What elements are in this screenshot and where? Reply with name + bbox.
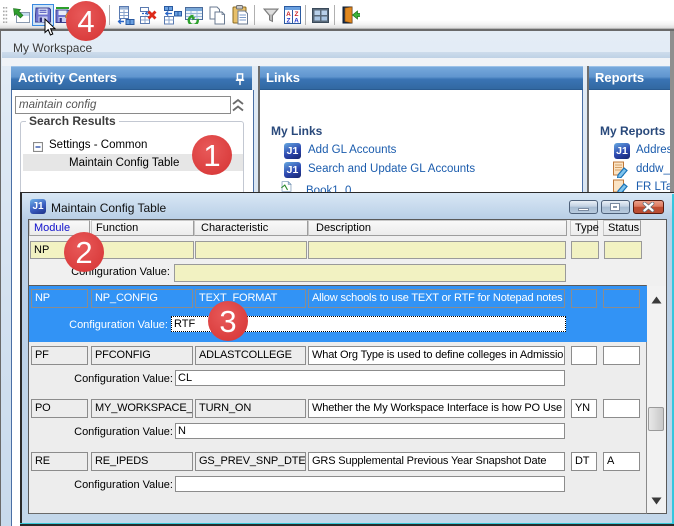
svg-text:Z: Z [287, 18, 291, 25]
svg-text:A: A [294, 18, 299, 25]
